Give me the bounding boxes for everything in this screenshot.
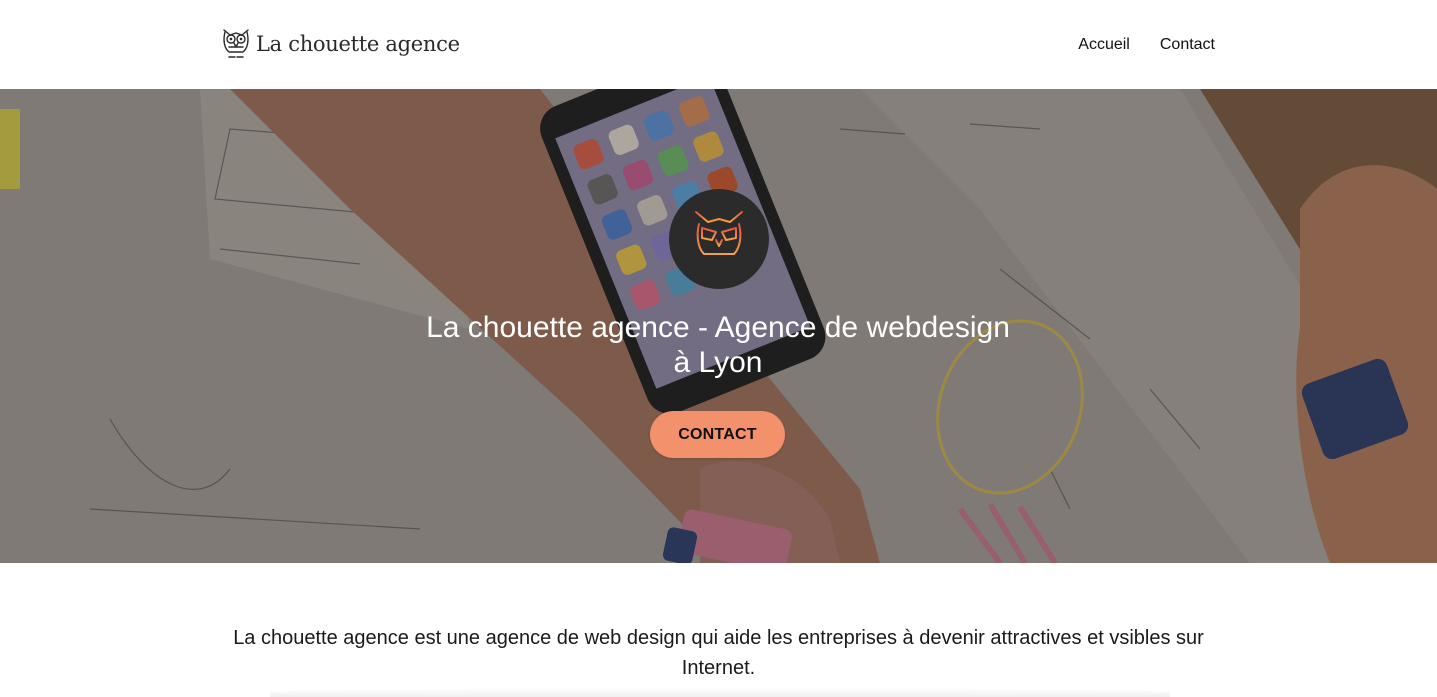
owl-icon (223, 29, 249, 58)
brand-name: La chouette agence (256, 32, 460, 56)
site-header: La chouette agence Accueil Contact (0, 0, 1437, 89)
nav-link-contact[interactable]: Contact (1160, 36, 1215, 54)
section-shadow (270, 688, 1170, 697)
owl-icon (695, 211, 743, 263)
intro-text: La chouette agence est une agence de web… (233, 627, 1204, 679)
hero-owl-badge (669, 189, 769, 289)
hero-title: La chouette agence - Agence de webdesign… (426, 311, 1010, 379)
contact-cta-button[interactable]: CONTACT (650, 411, 785, 458)
main-nav: Accueil Contact (1078, 36, 1215, 54)
hero-banner: La chouette agence - Agence de webdesign… (0, 89, 1437, 563)
nav-link-accueil[interactable]: Accueil (1078, 36, 1130, 54)
brand-logo-link[interactable]: La chouette agence (221, 26, 460, 62)
